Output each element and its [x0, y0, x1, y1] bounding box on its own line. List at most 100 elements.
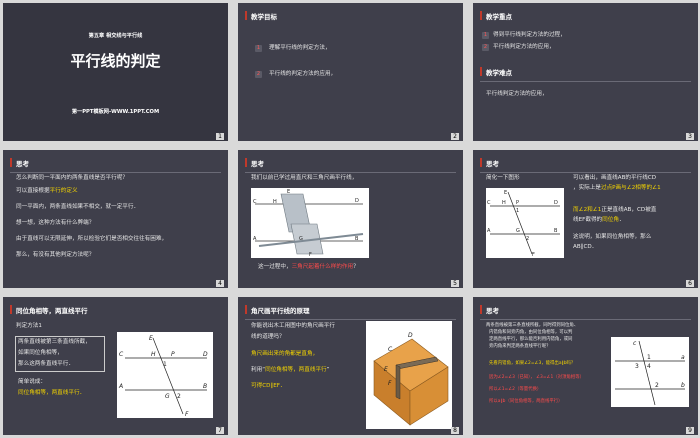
proof-line: 因为∠2=∠3（已知）， ∠3=∠1（对顶角相等）: [489, 375, 584, 380]
svg-text:P: P: [516, 200, 519, 206]
svg-text:C: C: [487, 200, 491, 206]
slide-number: 6: [686, 280, 694, 287]
section-title: 教学难点: [486, 69, 512, 77]
svg-text:A: A: [487, 228, 491, 234]
title-accent: [245, 305, 247, 314]
title-accent: [245, 11, 247, 20]
slide-5-thumbnail[interactable]: 思考 我们以前已学过用直尺和三角尺画平行线， C H B D A G F E 这…: [238, 150, 463, 288]
slide-6-thumbnail[interactable]: 思考 简化一下图形 C H 1 D A 2 B E P G F 可以看出，画直线…: [473, 150, 698, 288]
intro-text: 简化一下图形: [486, 175, 520, 181]
body-line: 怎么判断同一平面内的两条直线是否平行呢？: [16, 175, 128, 181]
theorem-line: 两条直线被第三条直线所截，: [18, 339, 91, 345]
body-line: 角尺画出来的角都是直角，: [251, 351, 319, 357]
slide-1-thumbnail[interactable]: 第五章 相交线与平行线 平行线的判定 第一PPT模板网-WWW.1PPT.COM…: [3, 3, 228, 141]
svg-text:B: B: [554, 228, 558, 234]
title-accent: [480, 67, 482, 76]
explanation-line: 这说明，如果同位角相等，那么: [573, 234, 652, 240]
item-index: 2: [482, 44, 489, 51]
svg-text:G: G: [516, 228, 520, 234]
item-index: 2: [255, 71, 262, 78]
divider: [480, 319, 691, 320]
title-accent: [480, 11, 482, 20]
body-line: 旁内角来判定两条直线平行呢？: [489, 344, 551, 349]
svg-text:b: b: [681, 382, 685, 389]
svg-text:2: 2: [526, 236, 529, 242]
divider: [480, 81, 691, 82]
label-E: E: [287, 189, 290, 195]
svg-text:C: C: [119, 351, 124, 358]
label-F: F: [309, 252, 312, 258]
transversal-figure: c a 1 3 4 b 2: [611, 337, 689, 407]
slide-title: 教学重点: [486, 13, 512, 21]
svg-text:D: D: [408, 332, 413, 339]
svg-text:B: B: [203, 383, 207, 390]
body-line: 由于直线可以无限延伸，所以检验它们是否相交往往有困难，: [16, 236, 168, 242]
subtitle: 判定方法1: [16, 323, 42, 329]
svg-text:4: 4: [647, 363, 651, 370]
body-line: 利用“同位角相等，两直线平行”: [251, 367, 330, 373]
site-label: 第一PPT模板网-WWW.1PPT.COM: [71, 109, 160, 115]
label-H: H: [273, 199, 277, 205]
slide-number: 3: [686, 133, 694, 140]
svg-text:E: E: [149, 335, 153, 342]
body-line: 可得CD∥EF．: [251, 383, 286, 389]
slide-title: 思考: [486, 307, 499, 315]
key-text: 得到平行线判定方法的过程，: [493, 32, 566, 38]
svg-text:1: 1: [163, 361, 167, 368]
svg-text:F: F: [532, 252, 535, 258]
svg-text:G: G: [165, 393, 170, 400]
highlight-text: 三角尺起着什么样的作用: [291, 264, 354, 270]
slide-2-thumbnail[interactable]: 教学目标 1 理解平行线的判定方法， 2 平行线的判定方法的应用， 2: [238, 3, 463, 141]
theorem-line: 那么这两条直线平行．: [18, 361, 74, 367]
slide-number: 7: [216, 427, 224, 434]
intro-text: 我们以前已学过用直尺和三角尺画平行线，: [251, 175, 358, 181]
body-line: 想一想，这种方法有什么弊端？: [16, 220, 95, 226]
slide-title: 思考: [251, 160, 264, 168]
explanation-line: 而∠2和∠1正是直线AB，CD被直: [573, 207, 657, 213]
divider: [245, 319, 456, 320]
proof-line: 所以∠1=∠2（等量代换）: [489, 387, 542, 392]
difficulty-text: 平行线判定方法的应用，: [486, 91, 548, 97]
body-line: 定两直线平行，那么能否利用内错角，或同: [489, 337, 573, 342]
slide-3-thumbnail[interactable]: 教学重点 1 得到平行线判定方法的过程， 2 平行线判定方法的应用， 教学难点 平行…: [473, 3, 698, 141]
slide-number: 5: [451, 280, 459, 287]
label-A: A: [253, 236, 257, 242]
slide-title: 角尺画平行线的原理: [251, 307, 310, 315]
slide-title: 思考: [16, 160, 29, 168]
svg-text:F: F: [185, 411, 189, 418]
slide-8-thumbnail[interactable]: 角尺画平行线的原理 你能说出木工用图中的角尺画平行 线的道理吗？ 角尺画出来的角…: [238, 297, 463, 435]
body-line: 可以直接根据平行的定义: [16, 188, 78, 194]
body-line: 那么，有没有其他判定方法呢？: [16, 252, 95, 258]
label-G: G: [299, 236, 303, 242]
title-accent: [10, 305, 12, 314]
ruler-triangle-figure: C H B D A G F E: [251, 188, 369, 258]
goal-item-1: 1 理解平行线的判定方法，: [255, 45, 331, 52]
goal-item-2: 2 平行线的判定方法的应用，: [255, 71, 336, 78]
short-label: 简单说成：: [18, 379, 46, 385]
slide-title: 平行线的判定: [70, 52, 161, 70]
slide-number: 4: [216, 280, 224, 287]
slide-4-thumbnail[interactable]: 思考 怎么判断同一平面内的两条直线是否平行呢？ 可以直接根据平行的定义 同一平面…: [3, 150, 228, 288]
slide-9-thumbnail[interactable]: 思考 两条直线被第三条直线所截，同时得到同位角、 内错角和同旁内角，由同位角相等…: [473, 297, 698, 435]
svg-text:E: E: [504, 190, 507, 196]
slide-7-thumbnail[interactable]: 同位角相等，两直线平行 判定方法1 两条直线被第三条直线所截， 如果同位角相等，…: [3, 297, 228, 435]
label-C: C: [253, 199, 257, 205]
title-accent: [480, 158, 482, 167]
parallel-lines-figure: C H 1 D A 2 B E P G F: [486, 188, 564, 258]
body-line: 你能说出木工用图中的角尺画平行: [251, 323, 335, 329]
svg-text:D: D: [554, 200, 558, 206]
svg-text:2: 2: [655, 382, 659, 389]
slide-title: 思考: [486, 160, 499, 168]
item-index: 1: [255, 45, 262, 52]
slide-number: 9: [686, 427, 694, 434]
goal-text: 平行线的判定方法的应用，: [269, 71, 337, 77]
svg-text:2: 2: [177, 393, 181, 400]
chapter-label: 第五章 相交线与平行线: [88, 33, 143, 39]
slide-number: 8: [451, 427, 459, 434]
item-index: 1: [482, 32, 489, 39]
svg-text:a: a: [681, 354, 685, 361]
title-accent: [10, 158, 12, 167]
caption: 这一过程中，三角尺起着什么样的作用？: [258, 264, 359, 270]
svg-text:1: 1: [647, 354, 651, 361]
svg-text:H: H: [151, 351, 156, 358]
